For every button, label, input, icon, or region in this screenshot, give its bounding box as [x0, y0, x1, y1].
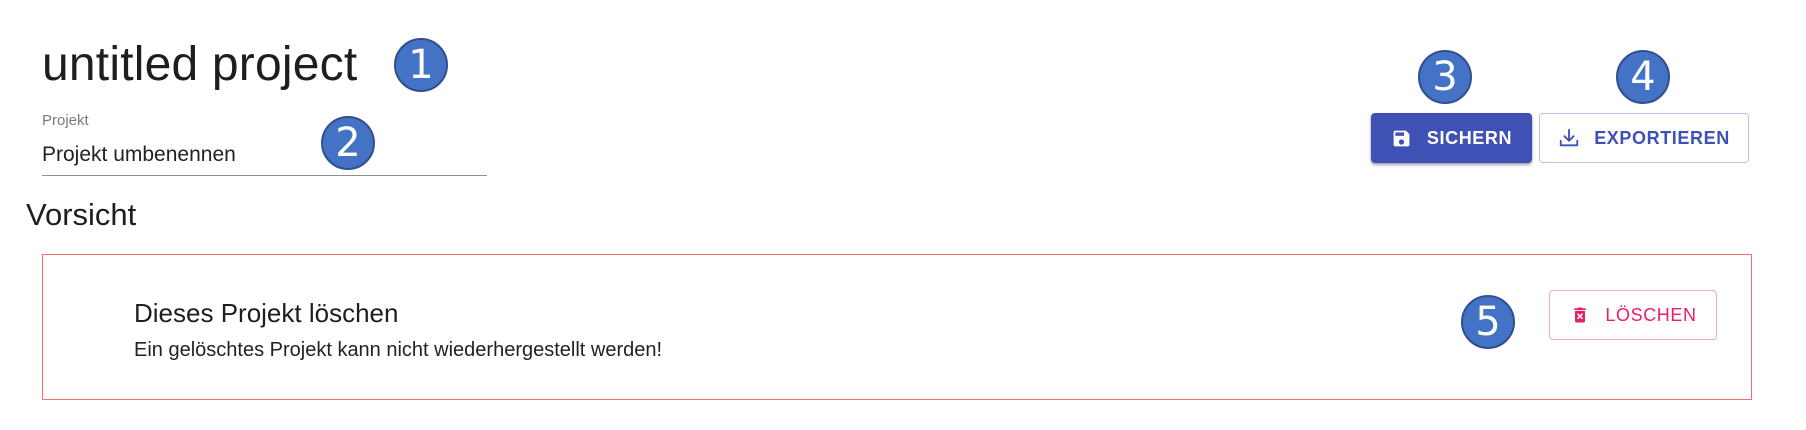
delete-button-label: LÖSCHEN	[1605, 304, 1697, 325]
project-rename-input[interactable]	[42, 138, 487, 172]
callout-marker-5: 5	[1461, 295, 1515, 349]
callout-marker-4: 4	[1616, 50, 1670, 104]
project-rename-field: Projekt	[42, 108, 487, 178]
floppy-disk-icon	[1391, 127, 1413, 149]
export-button[interactable]: EXPORTIEREN	[1539, 113, 1749, 163]
export-button-label: EXPORTIEREN	[1594, 127, 1730, 148]
delete-project-title: Dieses Projekt löschen	[134, 298, 399, 328]
field-underline	[42, 175, 487, 176]
project-field-label: Projekt	[42, 112, 89, 129]
trash-can-icon	[1569, 304, 1591, 326]
danger-section-heading: Vorsicht	[26, 197, 137, 232]
delete-project-description: Ein gelöschtes Projekt kann nicht wieder…	[134, 339, 663, 361]
delete-button[interactable]: LÖSCHEN	[1549, 290, 1717, 340]
save-button-label: SICHERN	[1426, 127, 1513, 148]
callout-marker-1: 1	[394, 38, 448, 92]
save-button[interactable]: SICHERN	[1371, 113, 1532, 163]
callout-marker-3: 3	[1418, 50, 1472, 104]
callout-marker-2: 2	[321, 116, 375, 170]
project-title: untitled project	[42, 38, 358, 91]
download-tray-icon	[1558, 127, 1580, 149]
